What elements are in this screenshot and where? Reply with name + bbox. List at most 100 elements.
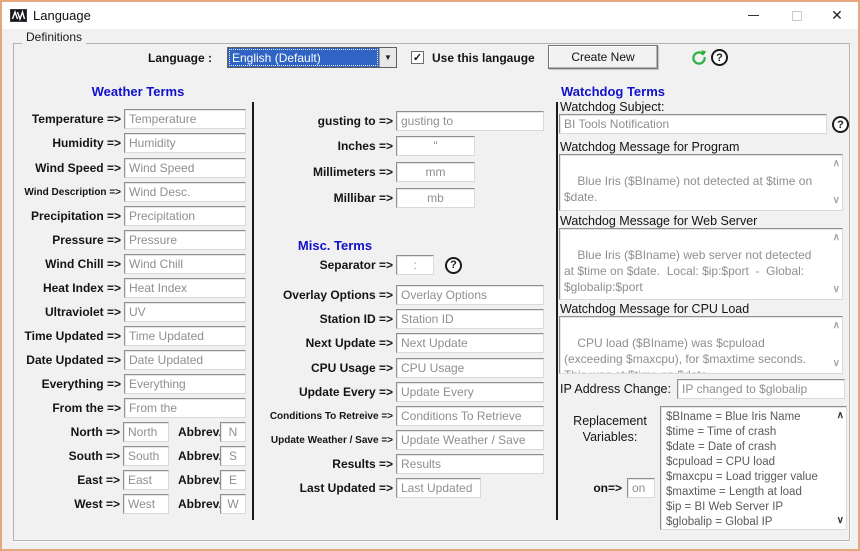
weather-row: Everything => [14, 374, 246, 394]
close-button[interactable]: ✕ [820, 2, 854, 29]
field-label: Millibar => [258, 191, 396, 205]
help-icon-separator[interactable]: ? [445, 257, 462, 274]
cpu-usage-input[interactable] [396, 358, 544, 378]
field-label: Precipitation => [14, 209, 124, 223]
weather-row: Pressure => [14, 230, 246, 250]
precipitation-input[interactable] [124, 206, 246, 226]
watchdog-webserver-text: Blue Iris ($BIname) web server not detec… [564, 248, 815, 294]
wind-speed-input[interactable] [124, 158, 246, 178]
east-abbrev-input[interactable] [220, 470, 246, 490]
inches-input[interactable] [396, 136, 475, 156]
weather-row: Humidity => [14, 133, 246, 153]
watchdog-webserver-textarea[interactable]: Blue Iris ($BIname) web server not detec… [559, 228, 843, 300]
next-update-input[interactable] [396, 333, 544, 353]
field-label: South => [14, 449, 123, 463]
north-input[interactable] [123, 422, 169, 442]
separator-input[interactable] [396, 255, 434, 275]
use-language-label: Use this langauge [432, 51, 535, 65]
titlebar: Language ✕ [2, 2, 858, 29]
station-id-input[interactable] [396, 309, 544, 329]
field-label: Temperature => [14, 112, 124, 126]
last-updated-row: Last Updated => on=> [258, 478, 550, 498]
update-every-input[interactable] [396, 382, 544, 402]
west-abbrev-input[interactable] [220, 494, 246, 514]
pressure-input[interactable] [124, 230, 246, 250]
watchdog-subject-input[interactable] [559, 114, 827, 134]
unit-row: Millimeters => [258, 162, 550, 182]
field-label: Overlay Options => [258, 288, 396, 302]
weather-row: Time Updated => [14, 326, 246, 346]
help-icon-top[interactable]: ? [711, 49, 728, 66]
north-abbrev-input[interactable] [220, 422, 246, 442]
separator-row: Separator => ? [258, 255, 550, 275]
last-updated-input[interactable] [396, 478, 481, 498]
maximize-button[interactable] [780, 2, 814, 29]
field-label: Results => [258, 457, 396, 471]
column-divider [252, 102, 254, 520]
field-label: Time Updated => [14, 329, 124, 343]
scroll-up-icon[interactable]: ∧ [837, 408, 844, 423]
millimeters-input[interactable] [396, 162, 475, 182]
wind-chill-input[interactable] [124, 254, 246, 274]
watchdog-terms-header: Watchdog Terms [561, 84, 665, 99]
south-input[interactable] [123, 446, 169, 466]
west-input[interactable] [123, 494, 169, 514]
watchdog-cpu-textarea[interactable]: CPU load ($BIname) was $cpuload (exceedi… [559, 316, 843, 374]
replacement-variables-listbox[interactable]: $BIname = Blue Iris Name $time = Time of… [660, 406, 847, 530]
wind-description-input[interactable] [124, 182, 246, 202]
direction-row: North => Abbrev. [14, 422, 246, 442]
watchdog-webserver-label: Watchdog Message for Web Server [560, 214, 757, 228]
list-item: $maxcpu = Load trigger value [666, 470, 830, 485]
scroll-down-icon[interactable]: ∨ [833, 356, 840, 372]
field-label: East => [14, 473, 123, 487]
create-new-button[interactable]: Create New [548, 45, 658, 69]
everything-input[interactable] [124, 374, 246, 394]
date-updated-input[interactable] [124, 350, 246, 370]
list-item: $ip = BI Web Server IP [666, 500, 830, 515]
unit-row: Millibar => [258, 188, 550, 208]
chevron-down-icon[interactable]: ▼ [379, 48, 396, 67]
overlay-options-input[interactable] [396, 285, 544, 305]
scroll-down-icon[interactable]: ∨ [837, 513, 844, 528]
time-updated-input[interactable] [124, 326, 246, 346]
weather-row: Wind Chill => [14, 254, 246, 274]
list-item: $date = Date of crash [666, 440, 830, 455]
ultraviolet-input[interactable] [124, 302, 246, 322]
south-abbrev-input[interactable] [220, 446, 246, 466]
weather-row: Wind Description => [14, 182, 246, 202]
results-input[interactable] [396, 454, 544, 474]
east-input[interactable] [123, 470, 169, 490]
humidity-input[interactable] [124, 133, 246, 153]
app-icon [10, 7, 27, 24]
abbrev-label: Abbrev. [178, 473, 218, 487]
field-label: North => [14, 425, 123, 439]
scroll-down-icon[interactable]: ∨ [833, 193, 840, 209]
scroll-up-icon[interactable]: ∧ [833, 230, 840, 246]
field-label: Update Weather / Save => [258, 435, 396, 446]
watchdog-cpu-label: Watchdog Message for CPU Load [560, 302, 749, 316]
from-the-input[interactable] [124, 398, 246, 418]
scroll-down-icon[interactable]: ∨ [833, 282, 840, 298]
field-label: Update Every => [258, 385, 396, 399]
language-dropdown[interactable]: English (Default) ▼ [227, 47, 397, 68]
use-language-checkbox[interactable]: ✓ [411, 51, 424, 64]
on-input[interactable] [627, 478, 655, 498]
temperature-input[interactable] [124, 109, 246, 129]
watchdog-program-textarea[interactable]: Blue Iris ($BIname) not detected at $tim… [559, 154, 843, 211]
help-icon-watchdog[interactable]: ? [832, 116, 849, 133]
heat-index-input[interactable] [124, 278, 246, 298]
gusting-to-input[interactable] [396, 111, 544, 131]
millibar-input[interactable] [396, 188, 475, 208]
misc-row: Results => [258, 454, 550, 474]
unit-row: gusting to => [258, 111, 550, 131]
ip-address-change-input[interactable] [677, 379, 845, 399]
scroll-up-icon[interactable]: ∧ [833, 318, 840, 334]
weather-row: Date Updated => [14, 350, 246, 370]
scroll-up-icon[interactable]: ∧ [833, 156, 840, 172]
minimize-button[interactable] [736, 2, 770, 29]
field-label: CPU Usage => [258, 361, 396, 375]
update-weather-save-input[interactable] [396, 430, 544, 450]
misc-row: Station ID => [258, 309, 550, 329]
conditions-to-retrieve-input[interactable] [396, 406, 544, 426]
refresh-icon[interactable] [690, 49, 708, 72]
